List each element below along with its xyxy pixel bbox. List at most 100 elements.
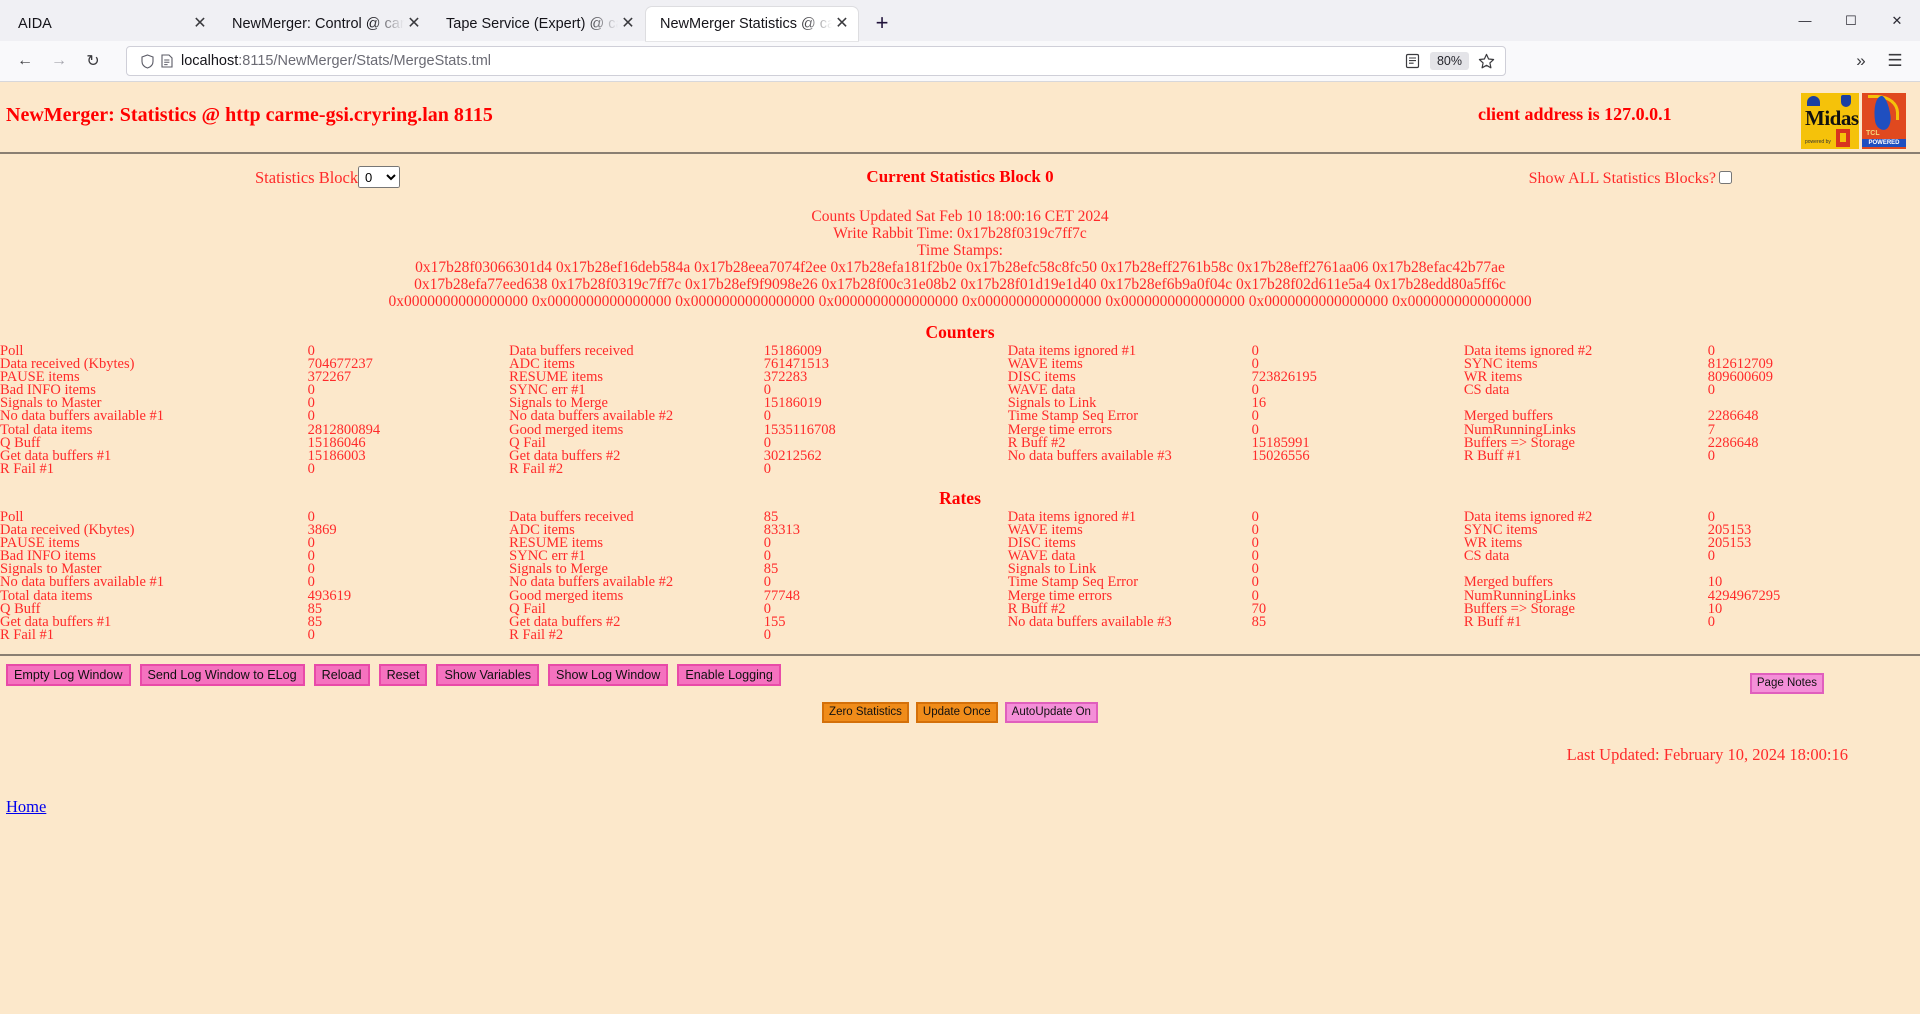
stat-value: 85 xyxy=(308,603,510,616)
stat-value: 85 xyxy=(1252,616,1464,629)
stat-value xyxy=(1708,629,1920,642)
stat-value: 4294967295 xyxy=(1708,590,1920,603)
close-icon[interactable]: ✕ xyxy=(404,14,424,34)
send-log-to-elog-button[interactable]: Send Log Window to ELog xyxy=(140,664,305,686)
home-link-wrapper: Home xyxy=(0,797,1920,817)
stat-value: 0 xyxy=(308,563,510,576)
window-close-icon[interactable]: ✕ xyxy=(1874,0,1920,41)
stat-value: 85 xyxy=(764,511,1008,524)
stat-value: 0 xyxy=(764,576,1008,589)
stat-label xyxy=(1464,463,1708,476)
stat-label xyxy=(1464,629,1708,642)
minimize-icon[interactable]: — xyxy=(1782,0,1828,41)
stat-value: 493619 xyxy=(308,590,510,603)
stat-label: CS data xyxy=(1464,384,1708,397)
zoom-level-badge[interactable]: 80% xyxy=(1430,52,1469,70)
page-header: NewMerger: Statistics @ http carme-gsi.c… xyxy=(0,82,1920,146)
stat-value: 15026556 xyxy=(1252,450,1464,463)
stat-value: 0 xyxy=(764,629,1008,642)
hamburger-menu-icon[interactable]: ☰ xyxy=(1878,45,1912,77)
stat-value: 2286648 xyxy=(1708,437,1920,450)
page-notes-button[interactable]: Page Notes xyxy=(1750,673,1824,694)
reload-button[interactable]: Reload xyxy=(314,664,370,686)
stat-value: 0 xyxy=(1708,550,1920,563)
forward-icon[interactable]: → xyxy=(42,45,76,77)
tab-label: Tape Service (Expert) @ carm xyxy=(446,15,618,33)
stat-value xyxy=(1708,463,1920,476)
browser-tab-2[interactable]: Tape Service (Expert) @ carm ✕ xyxy=(432,7,644,41)
toolbar-right: » ☰ xyxy=(1844,45,1912,77)
browser-tab-1[interactable]: NewMerger: Control @ carme ✕ xyxy=(218,7,430,41)
page-notes-wrapper: Page Notes xyxy=(1750,673,1824,694)
stat-value: 15186019 xyxy=(764,397,1008,410)
reset-button[interactable]: Reset xyxy=(379,664,428,686)
table-row: PAUSE items372267RESUME items372283DISC … xyxy=(0,371,1920,384)
stat-value: 723826195 xyxy=(1252,371,1464,384)
stat-label: R Buff #1 xyxy=(1464,450,1708,463)
counts-updated-text: Counts Updated Sat Feb 10 18:00:16 CET 2… xyxy=(0,208,1920,225)
info-block: Counts Updated Sat Feb 10 18:00:16 CET 2… xyxy=(0,208,1920,310)
table-row: Bad INFO items0SYNC err #10WAVE data0CS … xyxy=(0,550,1920,563)
midas-dome-shape xyxy=(1807,96,1820,106)
close-icon[interactable]: ✕ xyxy=(190,14,210,34)
table-row: Q Buff85Q Fail0R Buff #270Buffers => Sto… xyxy=(0,603,1920,616)
stat-value: 0 xyxy=(308,550,510,563)
stat-label: R Fail #1 xyxy=(0,463,308,476)
stat-value: 0 xyxy=(308,463,510,476)
close-icon[interactable]: ✕ xyxy=(832,14,852,34)
tcl-logo-text: TCL xyxy=(1866,130,1880,137)
maximize-icon[interactable]: ☐ xyxy=(1828,0,1874,41)
star-icon[interactable] xyxy=(1473,53,1499,70)
rates-section-title: Rates xyxy=(0,488,1920,509)
stat-value: 0 xyxy=(1252,410,1464,423)
close-icon[interactable]: ✕ xyxy=(618,14,638,34)
empty-log-window-button[interactable]: Empty Log Window xyxy=(6,664,131,686)
table-row: Poll0Data buffers received15186009Data i… xyxy=(0,345,1920,358)
action-button-row: Empty Log Window Send Log Window to ELog… xyxy=(0,664,1920,694)
browser-tab-0[interactable]: AIDA ✕ xyxy=(4,7,216,41)
browser-tab-3[interactable]: NewMerger Statistics @ carm ✕ xyxy=(646,7,858,41)
stat-value: 372267 xyxy=(308,371,510,384)
tab-label: AIDA xyxy=(18,15,190,33)
table-row: Poll0Data buffers received85Data items i… xyxy=(0,511,1920,524)
midas-badge-shape xyxy=(1836,129,1850,147)
stat-value: 0 xyxy=(764,463,1008,476)
stat-value: 0 xyxy=(308,511,510,524)
update-once-button[interactable]: Update Once xyxy=(916,702,998,723)
stat-value: 0 xyxy=(1252,511,1464,524)
back-icon[interactable]: ← xyxy=(8,45,42,77)
overflow-icon[interactable]: » xyxy=(1844,45,1878,77)
show-variables-button[interactable]: Show Variables xyxy=(436,664,539,686)
tab-label: NewMerger: Control @ carme xyxy=(232,15,404,33)
enable-logging-button[interactable]: Enable Logging xyxy=(677,664,781,686)
stat-value: 372283 xyxy=(764,371,1008,384)
home-link[interactable]: Home xyxy=(6,797,46,816)
midas-logo-text: Midas xyxy=(1805,106,1859,131)
new-tab-button[interactable]: + xyxy=(866,7,898,39)
autoupdate-toggle-button[interactable]: AutoUpdate On xyxy=(1005,702,1098,723)
stat-label: No data buffers available #3 xyxy=(1008,450,1252,463)
stat-value: 0 xyxy=(1252,563,1464,576)
browser-window: AIDA ✕ NewMerger: Control @ carme ✕ Tape… xyxy=(0,0,1920,1014)
stat-value: 1535116708 xyxy=(764,424,1008,437)
stat-value: 10 xyxy=(1708,603,1920,616)
shield-icon xyxy=(137,54,157,69)
show-log-window-button[interactable]: Show Log Window xyxy=(548,664,668,686)
stat-value: 0 xyxy=(764,603,1008,616)
stat-value: 0 xyxy=(1252,384,1464,397)
table-row: No data buffers available #10No data buf… xyxy=(0,410,1920,423)
page-content: NewMerger: Statistics @ http carme-gsi.c… xyxy=(0,82,1920,1014)
counters-table-body: Poll0Data buffers received15186009Data i… xyxy=(0,345,1920,476)
rates-table-body: Poll0Data buffers received85Data items i… xyxy=(0,511,1920,642)
address-bar[interactable]: localhost:8115/NewMerger/Stats/MergeStat… xyxy=(126,46,1506,76)
stat-label: R Buff #1 xyxy=(1464,616,1708,629)
page-info-icon[interactable] xyxy=(157,54,177,68)
reader-view-icon[interactable] xyxy=(1400,53,1426,69)
show-all-blocks-checkbox[interactable] xyxy=(1719,171,1732,184)
stat-value: 0 xyxy=(1252,345,1464,358)
tcl-logo-band: POWERED xyxy=(1862,139,1906,147)
zero-statistics-button[interactable]: Zero Statistics xyxy=(822,702,909,723)
reload-icon[interactable]: ↻ xyxy=(76,45,110,77)
stat-value: 0 xyxy=(308,397,510,410)
tab-strip: AIDA ✕ NewMerger: Control @ carme ✕ Tape… xyxy=(0,0,1920,41)
